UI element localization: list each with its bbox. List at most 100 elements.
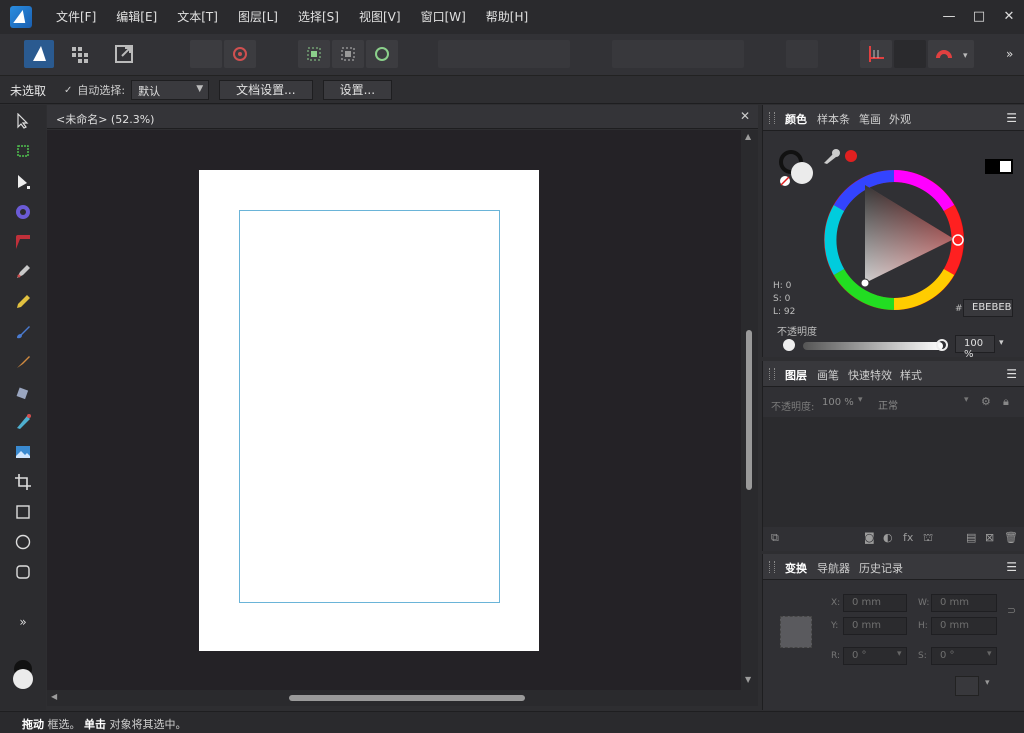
tab-appearance[interactable]: 外观 bbox=[889, 111, 911, 127]
tab-layers[interactable]: 图层 bbox=[785, 367, 807, 383]
panel-menu-icon[interactable]: ☰ bbox=[1006, 111, 1017, 125]
menu-file[interactable]: 文件[F] bbox=[46, 0, 106, 34]
tab-quick-fx[interactable]: 快速特效 bbox=[848, 367, 892, 383]
scroll-down-icon[interactable]: ▼ bbox=[745, 675, 751, 684]
tab-swatches[interactable]: 样本条 bbox=[817, 111, 850, 127]
settings-button[interactable]: 设置... bbox=[322, 80, 393, 100]
rounded-rectangle-tool[interactable] bbox=[12, 561, 34, 583]
x-input[interactable]: 0 mm bbox=[843, 594, 907, 612]
panel-grip-icon[interactable] bbox=[769, 368, 775, 380]
horizontal-scrollbar[interactable]: ◀ bbox=[47, 690, 758, 706]
chevron-down-icon[interactable]: ▾ bbox=[858, 395, 863, 405]
fill-tool[interactable] bbox=[12, 381, 34, 403]
chevron-down-icon[interactable]: ▾ bbox=[964, 395, 969, 405]
fx-icon[interactable]: fx bbox=[903, 531, 913, 544]
close-document-icon[interactable]: ✕ bbox=[740, 109, 750, 123]
scroll-up-icon[interactable]: ▲ bbox=[745, 132, 751, 141]
document-page[interactable] bbox=[199, 170, 539, 651]
tab-brushes[interactable]: 画笔 bbox=[817, 367, 839, 383]
export-persona-button[interactable] bbox=[110, 40, 138, 68]
crop-tool[interactable] bbox=[12, 471, 34, 493]
document-tab[interactable]: <未命名> (52.3%) ✕ bbox=[47, 105, 758, 129]
tab-transform[interactable]: 变换 bbox=[785, 560, 807, 576]
tab-stroke[interactable]: 笔画 bbox=[859, 111, 881, 127]
panel-grip-icon[interactable] bbox=[769, 561, 775, 573]
rectangle-tool[interactable] bbox=[12, 501, 34, 523]
corner-tool[interactable] bbox=[12, 231, 34, 253]
vertical-scroll-thumb[interactable] bbox=[746, 330, 752, 490]
boolean-button-group[interactable] bbox=[612, 40, 744, 68]
fill-stroke-icon[interactable] bbox=[777, 149, 817, 189]
eyedropper-icon[interactable] bbox=[821, 147, 861, 165]
maximize-button[interactable]: □ bbox=[964, 0, 994, 34]
document-setup-button[interactable]: 文档设置... bbox=[219, 80, 313, 100]
toolbar-overflow-icon[interactable]: » bbox=[1006, 47, 1013, 61]
vertical-scrollbar[interactable]: ▲ ▼ bbox=[741, 130, 758, 690]
scroll-left-icon[interactable]: ◀ bbox=[51, 692, 57, 701]
blend-mode-value[interactable]: 正常 bbox=[878, 397, 898, 412]
link-icon[interactable]: ⊃ bbox=[1007, 604, 1016, 617]
opacity-slider[interactable] bbox=[803, 342, 943, 350]
y-input[interactable]: 0 mm bbox=[843, 617, 907, 635]
pixel-brush-tool[interactable] bbox=[12, 351, 34, 373]
layers-options-icon[interactable]: ⧉ bbox=[771, 531, 779, 545]
opacity-value[interactable]: 100 % bbox=[955, 335, 995, 360]
menu-view[interactable]: 视图[V] bbox=[349, 0, 411, 34]
group-icon[interactable]: ⛫ bbox=[923, 531, 933, 546]
pixel-persona-button[interactable] bbox=[66, 40, 94, 68]
panel-menu-icon[interactable]: ☰ bbox=[1006, 367, 1017, 381]
arrange-button-group[interactable] bbox=[438, 40, 570, 68]
point-transform-tool[interactable] bbox=[12, 201, 34, 223]
w-input[interactable]: 0 mm bbox=[931, 594, 997, 612]
chevron-down-icon[interactable]: ▾ bbox=[985, 678, 990, 688]
auto-select-checkbox[interactable]: ✓ bbox=[64, 85, 72, 96]
close-window-button[interactable]: ✕ bbox=[994, 0, 1024, 34]
chevron-down-icon[interactable]: ▾ bbox=[897, 649, 902, 659]
hex-input[interactable]: EBEBEB bbox=[963, 299, 1013, 317]
panel-menu-icon[interactable]: ☰ bbox=[1006, 560, 1017, 574]
menu-help[interactable]: 帮助[H] bbox=[476, 0, 538, 34]
place-image-tool[interactable] bbox=[12, 441, 34, 463]
opacity-slider-handle[interactable] bbox=[936, 339, 948, 351]
chevron-down-icon[interactable]: ▾ bbox=[999, 338, 1004, 348]
ellipse-tool[interactable] bbox=[12, 531, 34, 553]
move-tool[interactable] bbox=[12, 110, 34, 132]
tab-color[interactable]: 颜色 bbox=[785, 111, 807, 127]
h-input[interactable]: 0 mm bbox=[931, 617, 997, 635]
delete-pixel-icon[interactable]: ⊠ bbox=[985, 531, 994, 544]
artboard-tool[interactable] bbox=[12, 140, 34, 162]
fill-stroke-swatch[interactable] bbox=[10, 660, 36, 690]
chevron-down-icon[interactable]: ▾ bbox=[987, 649, 992, 659]
layers-list[interactable] bbox=[763, 417, 1024, 527]
align-button-2[interactable] bbox=[332, 40, 364, 68]
adjustment-icon[interactable]: ◐ bbox=[883, 531, 893, 544]
menu-text[interactable]: 文本[T] bbox=[167, 0, 228, 34]
transparency-tool[interactable] bbox=[12, 411, 34, 433]
auto-select-dropdown[interactable]: 默认 ▼ bbox=[131, 80, 210, 100]
pencil-tool[interactable] bbox=[12, 291, 34, 313]
panel-grip-icon[interactable] bbox=[769, 112, 775, 124]
toolbar-button-2[interactable] bbox=[786, 40, 818, 68]
menu-layer[interactable]: 图层[L] bbox=[228, 0, 288, 34]
horizontal-scroll-thumb[interactable] bbox=[289, 695, 525, 701]
gear-toolbar-button[interactable] bbox=[224, 40, 256, 68]
menu-edit[interactable]: 编辑[E] bbox=[106, 0, 167, 34]
tab-navigator[interactable]: 导航器 bbox=[817, 560, 850, 576]
gear-icon[interactable]: ⚙ bbox=[981, 395, 991, 408]
tab-styles[interactable]: 样式 bbox=[900, 367, 922, 383]
tab-history[interactable]: 历史记录 bbox=[859, 560, 903, 576]
anchor-selector[interactable] bbox=[780, 616, 812, 648]
align-button-3[interactable] bbox=[366, 40, 398, 68]
magnet-button[interactable]: ▾ bbox=[928, 40, 974, 68]
trash-icon[interactable]: 🗑︎ bbox=[1004, 531, 1018, 544]
designer-persona-button[interactable] bbox=[24, 40, 54, 68]
menu-window[interactable]: 窗口[W] bbox=[411, 0, 476, 34]
vector-brush-tool[interactable] bbox=[12, 321, 34, 343]
color-wheel[interactable] bbox=[819, 165, 969, 315]
canvas-area[interactable] bbox=[47, 130, 741, 690]
pen-tool[interactable] bbox=[12, 261, 34, 283]
bw-toggle-swatch[interactable] bbox=[985, 159, 1013, 174]
node-tool[interactable] bbox=[12, 171, 34, 193]
minimize-button[interactable]: — bbox=[934, 0, 964, 34]
align-button-1[interactable] bbox=[298, 40, 330, 68]
